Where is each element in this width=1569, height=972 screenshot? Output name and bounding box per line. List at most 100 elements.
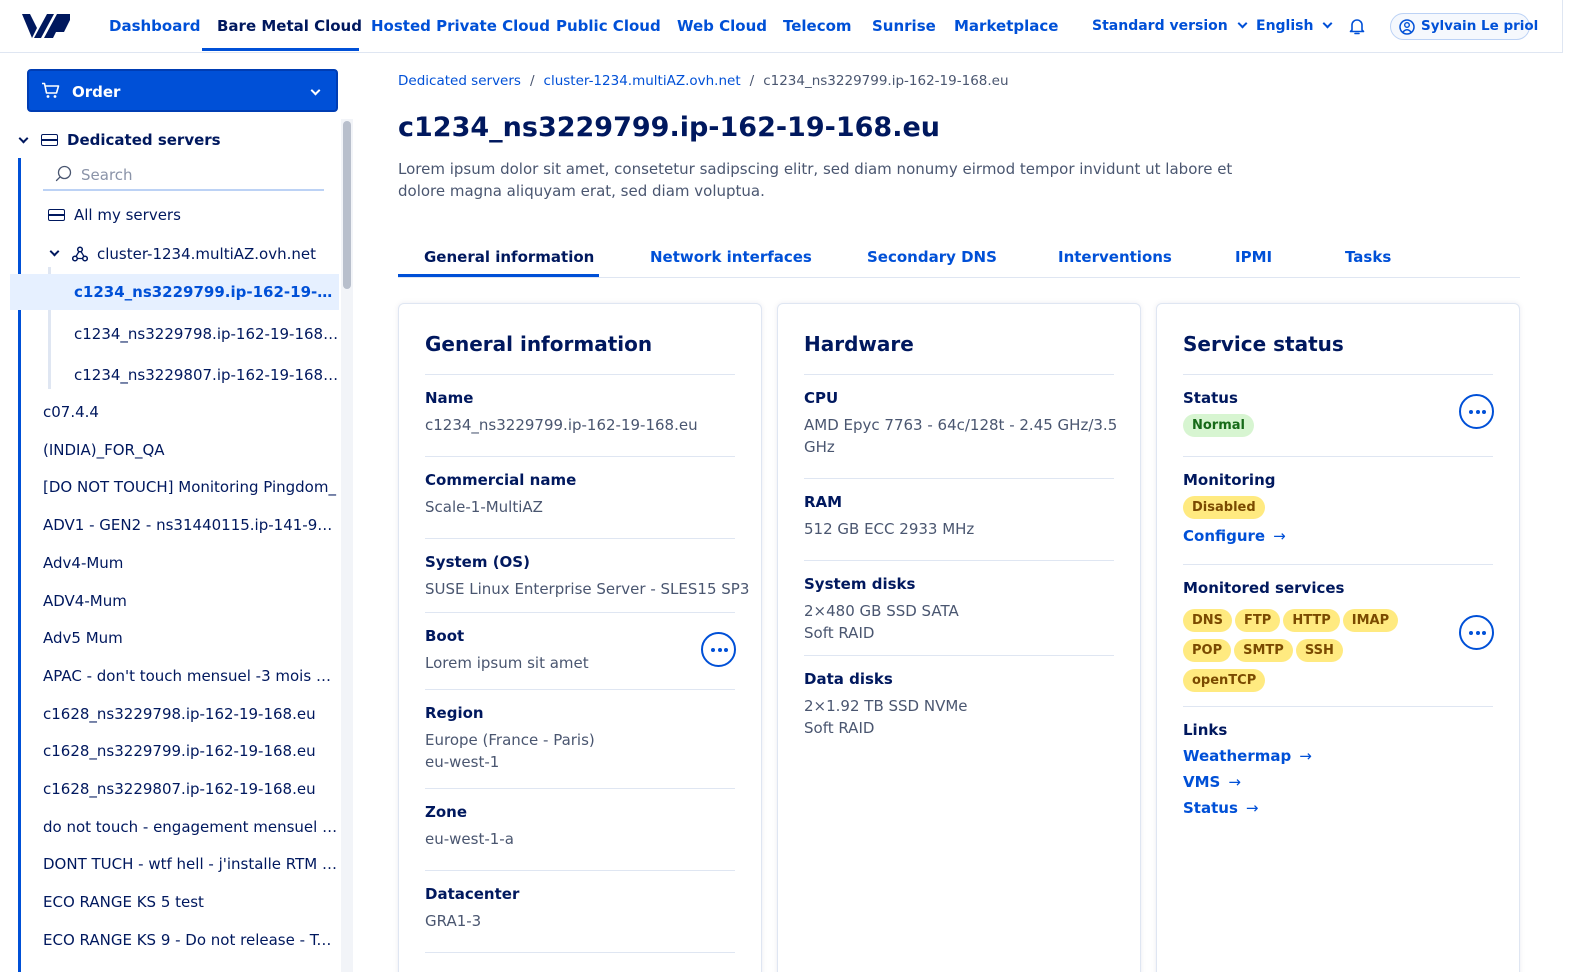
version-selector[interactable]: Standard version [1092, 0, 1248, 52]
sidebar-item-label: cluster-1234.multiAZ.ovh.net [97, 245, 316, 263]
cart-icon [42, 82, 60, 98]
dot-icon [1475, 631, 1480, 635]
monitoring-badge: Disabled [1183, 496, 1265, 519]
service-badge: DNS [1183, 609, 1233, 632]
field-status: Status Normal [1183, 374, 1494, 456]
sidebar-item-server-active[interactable]: c1234_ns3229799.ip-162-19-16... [10, 274, 339, 310]
sidebar-scrollbar[interactable] [341, 119, 353, 972]
breadcrumb-item[interactable]: cluster-1234.multiAZ.ovh.net [544, 73, 741, 89]
sidebar-section-dedicated-servers[interactable]: Dedicated servers [18, 131, 221, 153]
field-label: Links [1183, 721, 1228, 739]
arrow-right-icon: → [1273, 527, 1286, 545]
chevron-down-icon [1237, 18, 1248, 29]
user-menu-button[interactable]: Sylvain Le priol [1390, 13, 1538, 40]
link-label: Configure [1183, 527, 1266, 545]
sidebar-item-cluster[interactable]: cluster-1234.multiAZ.ovh.net [49, 236, 341, 272]
field-value: SUSE Linux Enterprise Server - SLES15 SP… [425, 580, 750, 598]
sidebar-item-server[interactable]: ECO RANGE KS 9 - Do not release - Tes... [43, 922, 339, 958]
sidebar-item-server[interactable]: c1234_ns3229798.ip-162-19-168.eu [74, 316, 339, 352]
page-title: c1234_ns3229799.ip-162-19-168.eu [398, 112, 940, 143]
field-value: Lorem ipsum sit amet [425, 654, 589, 672]
language-selector[interactable]: English [1256, 0, 1333, 52]
section-label: Dedicated servers [67, 131, 221, 149]
sidebar-item-server[interactable]: DONT TUCH - wtf hell - j'installe RTM e.… [43, 846, 339, 882]
field-value: GRA1-3 [425, 912, 482, 930]
dot-icon [717, 648, 722, 652]
field-label: System (OS) [425, 553, 530, 571]
dot-icon [724, 648, 728, 652]
tab-general-information[interactable]: General information [424, 248, 594, 266]
nav-marketplace[interactable]: Marketplace [954, 0, 1058, 52]
chevron-down-icon [310, 85, 321, 96]
status-more-options-button[interactable] [1459, 394, 1494, 429]
bell-icon[interactable] [1348, 17, 1366, 35]
field-system-os: System (OS) SUSE Linux Enterprise Server… [425, 538, 749, 612]
sidebar-item-label: All my servers [74, 206, 181, 224]
sidebar-item-server[interactable]: do not touch - engagement mensuel d... [43, 809, 339, 845]
tab-secondary-dns[interactable]: Secondary DNS [867, 248, 997, 266]
nav-sunrise[interactable]: Sunrise [872, 0, 936, 52]
sidebar-item-server[interactable]: Adv5 Mum [43, 620, 339, 656]
nav-hosted-private-cloud[interactable]: Hosted Private Cloud [371, 0, 550, 52]
search-input[interactable] [81, 163, 311, 187]
dot-icon [711, 648, 715, 652]
tab-interventions[interactable]: Interventions [1058, 248, 1172, 266]
status-badge-wrap: Normal [1183, 414, 1257, 437]
sidebar-item-server[interactable]: c1628_ns3229807.ip-162-19-168.eu [43, 771, 339, 807]
field-value: GHz [804, 438, 835, 456]
sidebar-item-server[interactable]: ECO RANGE KS 5 test [43, 884, 339, 920]
tab-ipmi[interactable]: IPMI [1235, 248, 1272, 266]
service-badge: FTP [1235, 609, 1281, 632]
configure-link[interactable]: Configure → [1183, 527, 1286, 545]
sidebar-item-server[interactable]: c1628_ns3229799.ip-162-19-168.eu [43, 733, 339, 769]
tab-network-interfaces[interactable]: Network interfaces [650, 248, 812, 266]
boot-more-options-button[interactable] [701, 632, 736, 667]
sidebar: Order Dedicated servers All my servers c… [0, 53, 355, 972]
vms-link[interactable]: VMS → [1183, 773, 1241, 791]
sidebar-item-server[interactable]: APAC - don't touch mensuel -3 mois n... [43, 658, 339, 694]
sidebar-item-server[interactable]: (INDIA)_FOR_QA [43, 432, 339, 468]
field-links: Links Weathermap → VMS → Status → [1183, 706, 1493, 836]
sidebar-item-server[interactable]: ADV4-Mum [43, 583, 339, 619]
nav-web-cloud[interactable]: Web Cloud [677, 0, 767, 52]
scrollbar-thumb[interactable] [343, 121, 351, 289]
status-link[interactable]: Status → [1183, 799, 1258, 817]
nav-telecom[interactable]: Telecom [783, 0, 852, 52]
order-button[interactable]: Order [27, 69, 338, 112]
weathermap-link[interactable]: Weathermap → [1183, 747, 1312, 765]
order-label: Order [72, 83, 121, 101]
ovh-logo-icon[interactable] [20, 10, 72, 42]
card-title: Hardware [804, 332, 914, 356]
sidebar-item-server[interactable]: [DO NOT TOUCH] Monitoring Pingdom_ [43, 469, 339, 505]
monitoring-badge-wrap: Disabled [1183, 496, 1268, 519]
server-icon [48, 209, 65, 221]
arrow-right-icon: → [1299, 747, 1312, 765]
field-value: eu-west-1 [425, 753, 500, 771]
status-badge: Normal [1183, 414, 1254, 437]
nav-bare-metal-cloud[interactable]: Bare Metal Cloud [217, 0, 362, 52]
field-value: 2×480 GB SSD SATA [804, 602, 959, 620]
breadcrumb-item[interactable]: Dedicated servers [398, 73, 521, 89]
sidebar-item-server[interactable]: ADV1 - GEN2 - ns31440115.ip-141-94-1... [43, 507, 339, 543]
field-commercial-name: Commercial name Scale-1-MultiAZ [425, 456, 735, 538]
services-more-options-button[interactable] [1459, 615, 1494, 650]
card-title: General information [425, 332, 653, 356]
sidebar-item-server[interactable]: c07.4.4 [43, 394, 339, 430]
user-icon [1399, 19, 1415, 35]
sidebar-item-all-servers[interactable]: All my servers [48, 197, 338, 233]
nav-dashboard[interactable]: Dashboard [109, 0, 200, 52]
hardware-card: Hardware CPU AMD Epyc 7763 - 64c/128t - … [777, 303, 1141, 972]
user-name: Sylvain Le priol [1421, 18, 1539, 34]
field-value: Soft RAID [804, 624, 875, 642]
link-label: Status [1183, 799, 1238, 817]
tab-tasks[interactable]: Tasks [1345, 248, 1391, 266]
sidebar-item-server[interactable]: Adv4-Mum [43, 545, 339, 581]
sidebar-item-server[interactable]: c1628_ns3229798.ip-162-19-168.eu [43, 696, 339, 732]
field-name: Name c1234_ns3229799.ip-162-19-168.eu [425, 374, 735, 456]
sidebar-item-server[interactable]: c1234_ns3229807.ip-162-19-168.eu [74, 357, 339, 393]
field-label: Name [425, 389, 474, 407]
field-label: Zone [425, 803, 468, 821]
field-monitoring: Monitoring Disabled Configure → [1183, 456, 1493, 564]
field-label: CPU [804, 389, 839, 407]
nav-public-cloud[interactable]: Public Cloud [556, 0, 661, 52]
